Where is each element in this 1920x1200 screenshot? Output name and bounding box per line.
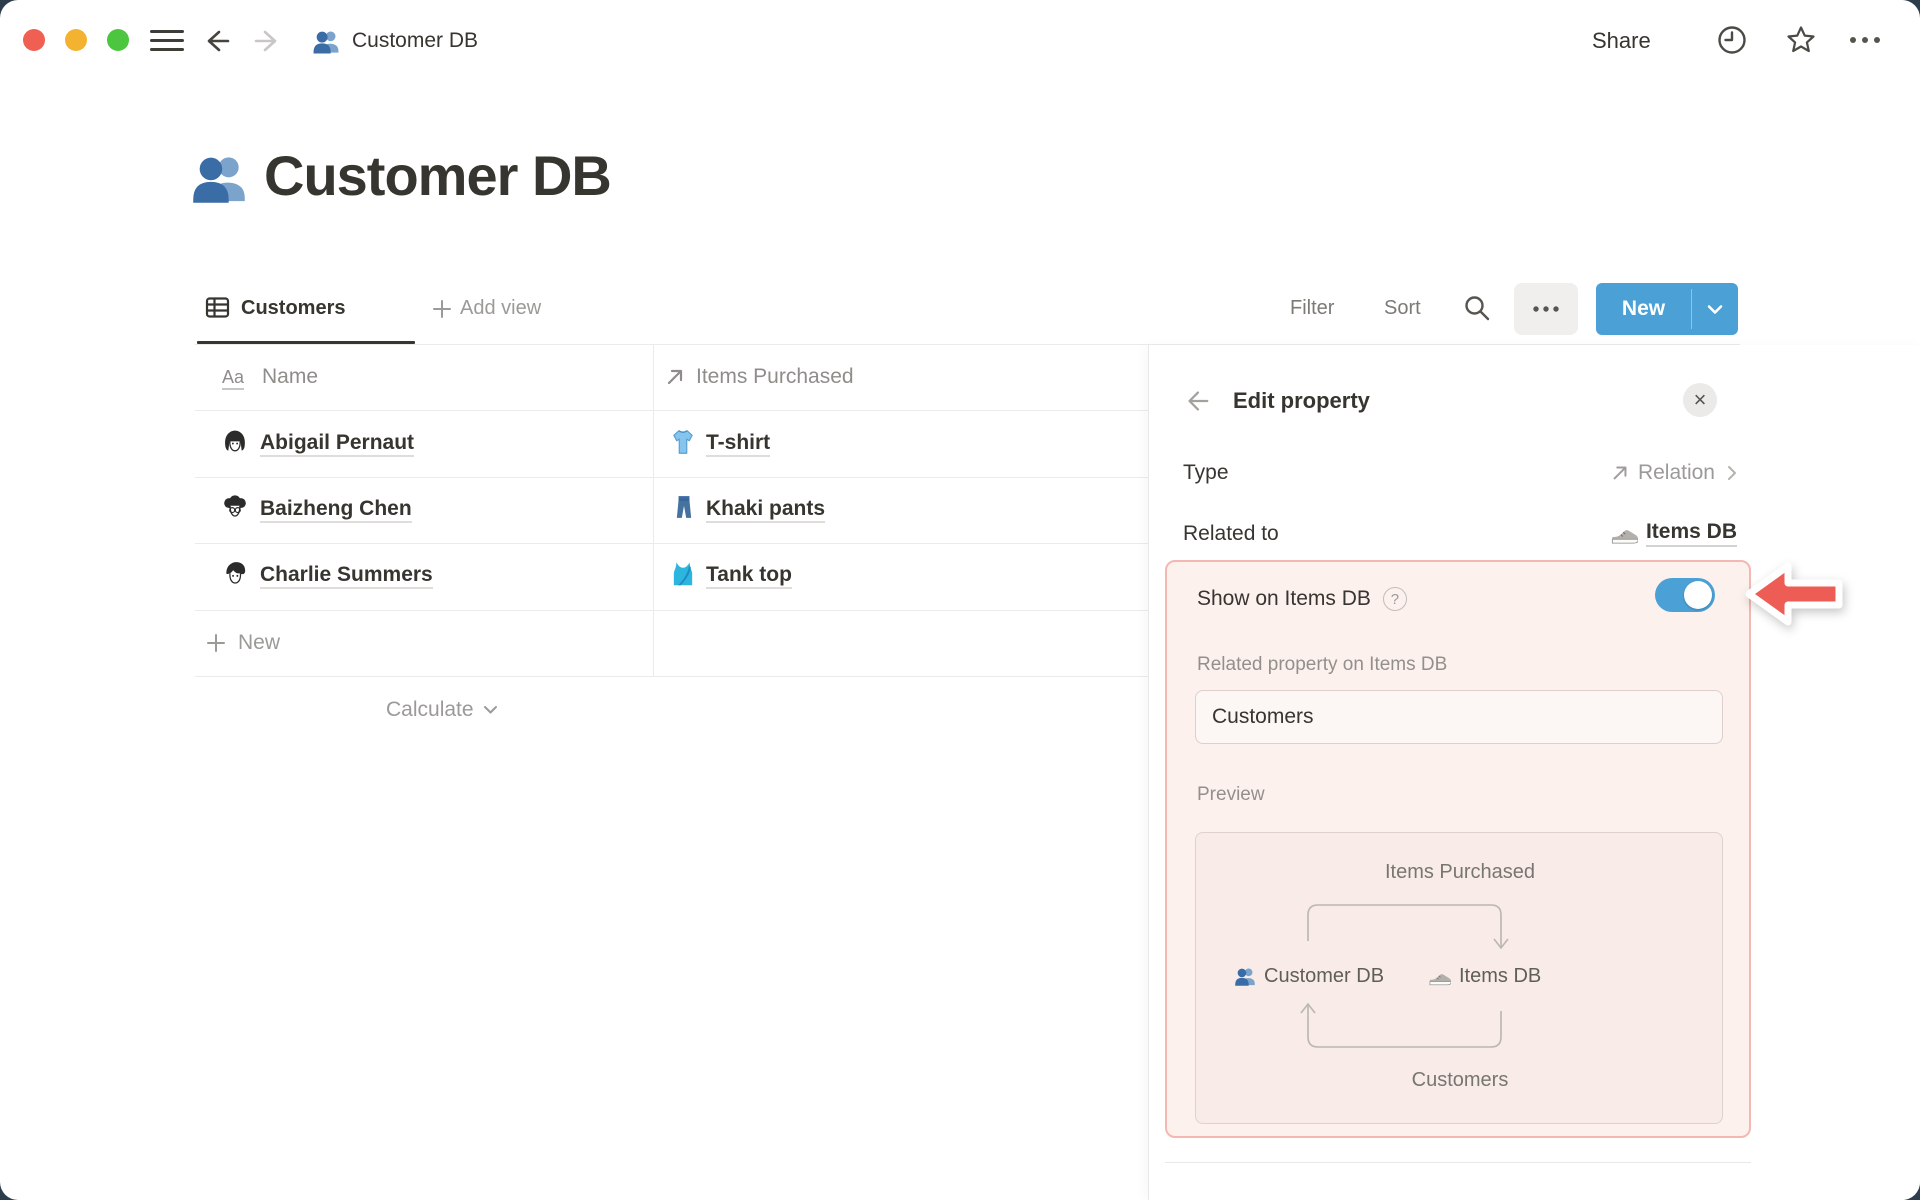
sneaker-icon [1429, 973, 1451, 985]
related-property-label: Related property on Items DB [1197, 654, 1448, 675]
preview-right-node: Items DB [1428, 961, 1541, 991]
search-icon[interactable] [1462, 293, 1492, 328]
favorite-star-icon[interactable] [1784, 23, 1818, 62]
app-window: Customer DB Share Customer DB Customers … [0, 0, 1920, 1200]
avatar [220, 428, 250, 463]
panel-section-divider [1165, 1162, 1751, 1163]
show-toggle-label: Show on Items DB [1197, 587, 1371, 610]
title-aa-icon: Aa [222, 366, 245, 390]
page-title[interactable]: Customer DB [264, 136, 612, 216]
column-header-items-purchased[interactable]: Items Purchased [696, 362, 854, 392]
sort-button[interactable]: Sort [1384, 288, 1421, 328]
table-view-icon [204, 294, 231, 326]
related-property-value: Customers [1212, 705, 1314, 728]
new-button[interactable]: New [1596, 283, 1691, 335]
relation-arrow-icon [664, 366, 686, 393]
preview-left-node-label: Customer DB [1264, 964, 1385, 987]
traffic-light-close[interactable] [23, 29, 45, 51]
table-divider [195, 610, 1148, 611]
table-divider [195, 410, 1148, 411]
panel-back-icon[interactable] [1183, 387, 1211, 420]
column-header-name[interactable]: Name [262, 362, 318, 392]
ellipsis-icon [1533, 306, 1559, 312]
history-clock-icon[interactable] [1716, 24, 1748, 61]
back-arrow-icon[interactable] [202, 26, 232, 61]
table-divider [195, 676, 1148, 677]
preview-right-node-label: Items DB [1459, 964, 1542, 987]
people-icon [1235, 968, 1255, 986]
type-value-button[interactable]: Relation [1610, 457, 1737, 489]
relation-arrow-icon [1613, 466, 1627, 480]
table-row-name[interactable]: Abigail Pernaut [260, 426, 415, 460]
show-on-items-db-section: Show on Items DB ? Related property on I… [1165, 560, 1751, 1138]
edit-property-panel: Edit property × Type Relation Related to… [1148, 345, 1920, 1200]
table-row-item[interactable]: T-shirt [706, 426, 771, 460]
chevron-down-icon [1707, 304, 1723, 314]
avatar [220, 560, 250, 595]
chevron-down-icon [483, 706, 497, 714]
panel-title: Edit property [1233, 388, 1370, 413]
traffic-light-zoom[interactable] [107, 29, 129, 51]
plus-icon [433, 300, 451, 323]
plus-icon [206, 633, 226, 658]
table-row-item[interactable]: Tank top [706, 558, 792, 592]
chevron-right-icon [1728, 466, 1736, 480]
new-dropdown-button[interactable] [1692, 283, 1738, 335]
more-options-icon[interactable] [1846, 33, 1888, 52]
table-divider [195, 477, 1148, 478]
traffic-light-minimize[interactable] [65, 29, 87, 51]
calculate-button[interactable]: Calculate [386, 690, 498, 730]
related-property-input[interactable]: Customers [1195, 690, 1723, 744]
jeans-icon [670, 493, 698, 526]
calculate-label: Calculate [386, 698, 474, 721]
type-value: Relation [1637, 461, 1715, 484]
show-on-items-db-toggle[interactable] [1655, 578, 1715, 612]
preview-bottom-relation: Customers [1411, 1069, 1509, 1091]
tank-top-icon [668, 559, 698, 594]
view-options-button[interactable] [1514, 283, 1578, 335]
related-to-value-button[interactable]: Items DB [1610, 516, 1737, 550]
t-shirt-icon [668, 427, 698, 462]
sneaker-icon [1611, 530, 1638, 544]
breadcrumb-document-title[interactable]: Customer DB [352, 26, 478, 56]
relation-preview-diagram: Items Purchased Customer DB Items DB Cus… [1195, 832, 1723, 1124]
forward-arrow-icon[interactable] [252, 26, 282, 61]
help-question-icon[interactable]: ? [1382, 587, 1407, 611]
toggle-knob [1684, 581, 1712, 609]
table-row-name[interactable]: Baizheng Chen [260, 492, 412, 526]
annotation-arrow [1742, 556, 1846, 637]
people-icon [312, 27, 340, 60]
related-to-label: Related to [1183, 522, 1279, 545]
page-title-people-icon[interactable] [190, 148, 248, 211]
type-label: Type [1183, 461, 1229, 484]
new-row-button[interactable]: New [238, 621, 280, 665]
preview-left-node: Customer DB [1234, 961, 1384, 991]
add-view-button[interactable]: Add view [460, 288, 541, 328]
show-toggle-row: Show on Items DB ? [1197, 582, 1407, 616]
tab-customers-view[interactable]: Customers [241, 288, 345, 328]
related-to-value: Items DB [1645, 520, 1737, 547]
table-row-item[interactable]: Khaki pants [706, 492, 826, 526]
column-divider [653, 345, 654, 676]
preview-top-relation: Items Purchased [1384, 861, 1536, 883]
avatar [220, 494, 250, 529]
share-button[interactable]: Share [1592, 26, 1651, 56]
preview-label: Preview [1197, 784, 1265, 805]
filter-button[interactable]: Filter [1290, 288, 1334, 328]
new-button-group: New [1596, 283, 1738, 335]
table-row-name[interactable]: Charlie Summers [260, 558, 433, 592]
close-icon[interactable]: × [1683, 383, 1717, 417]
hamburger-menu-icon[interactable] [150, 30, 184, 51]
table-divider [195, 543, 1148, 544]
